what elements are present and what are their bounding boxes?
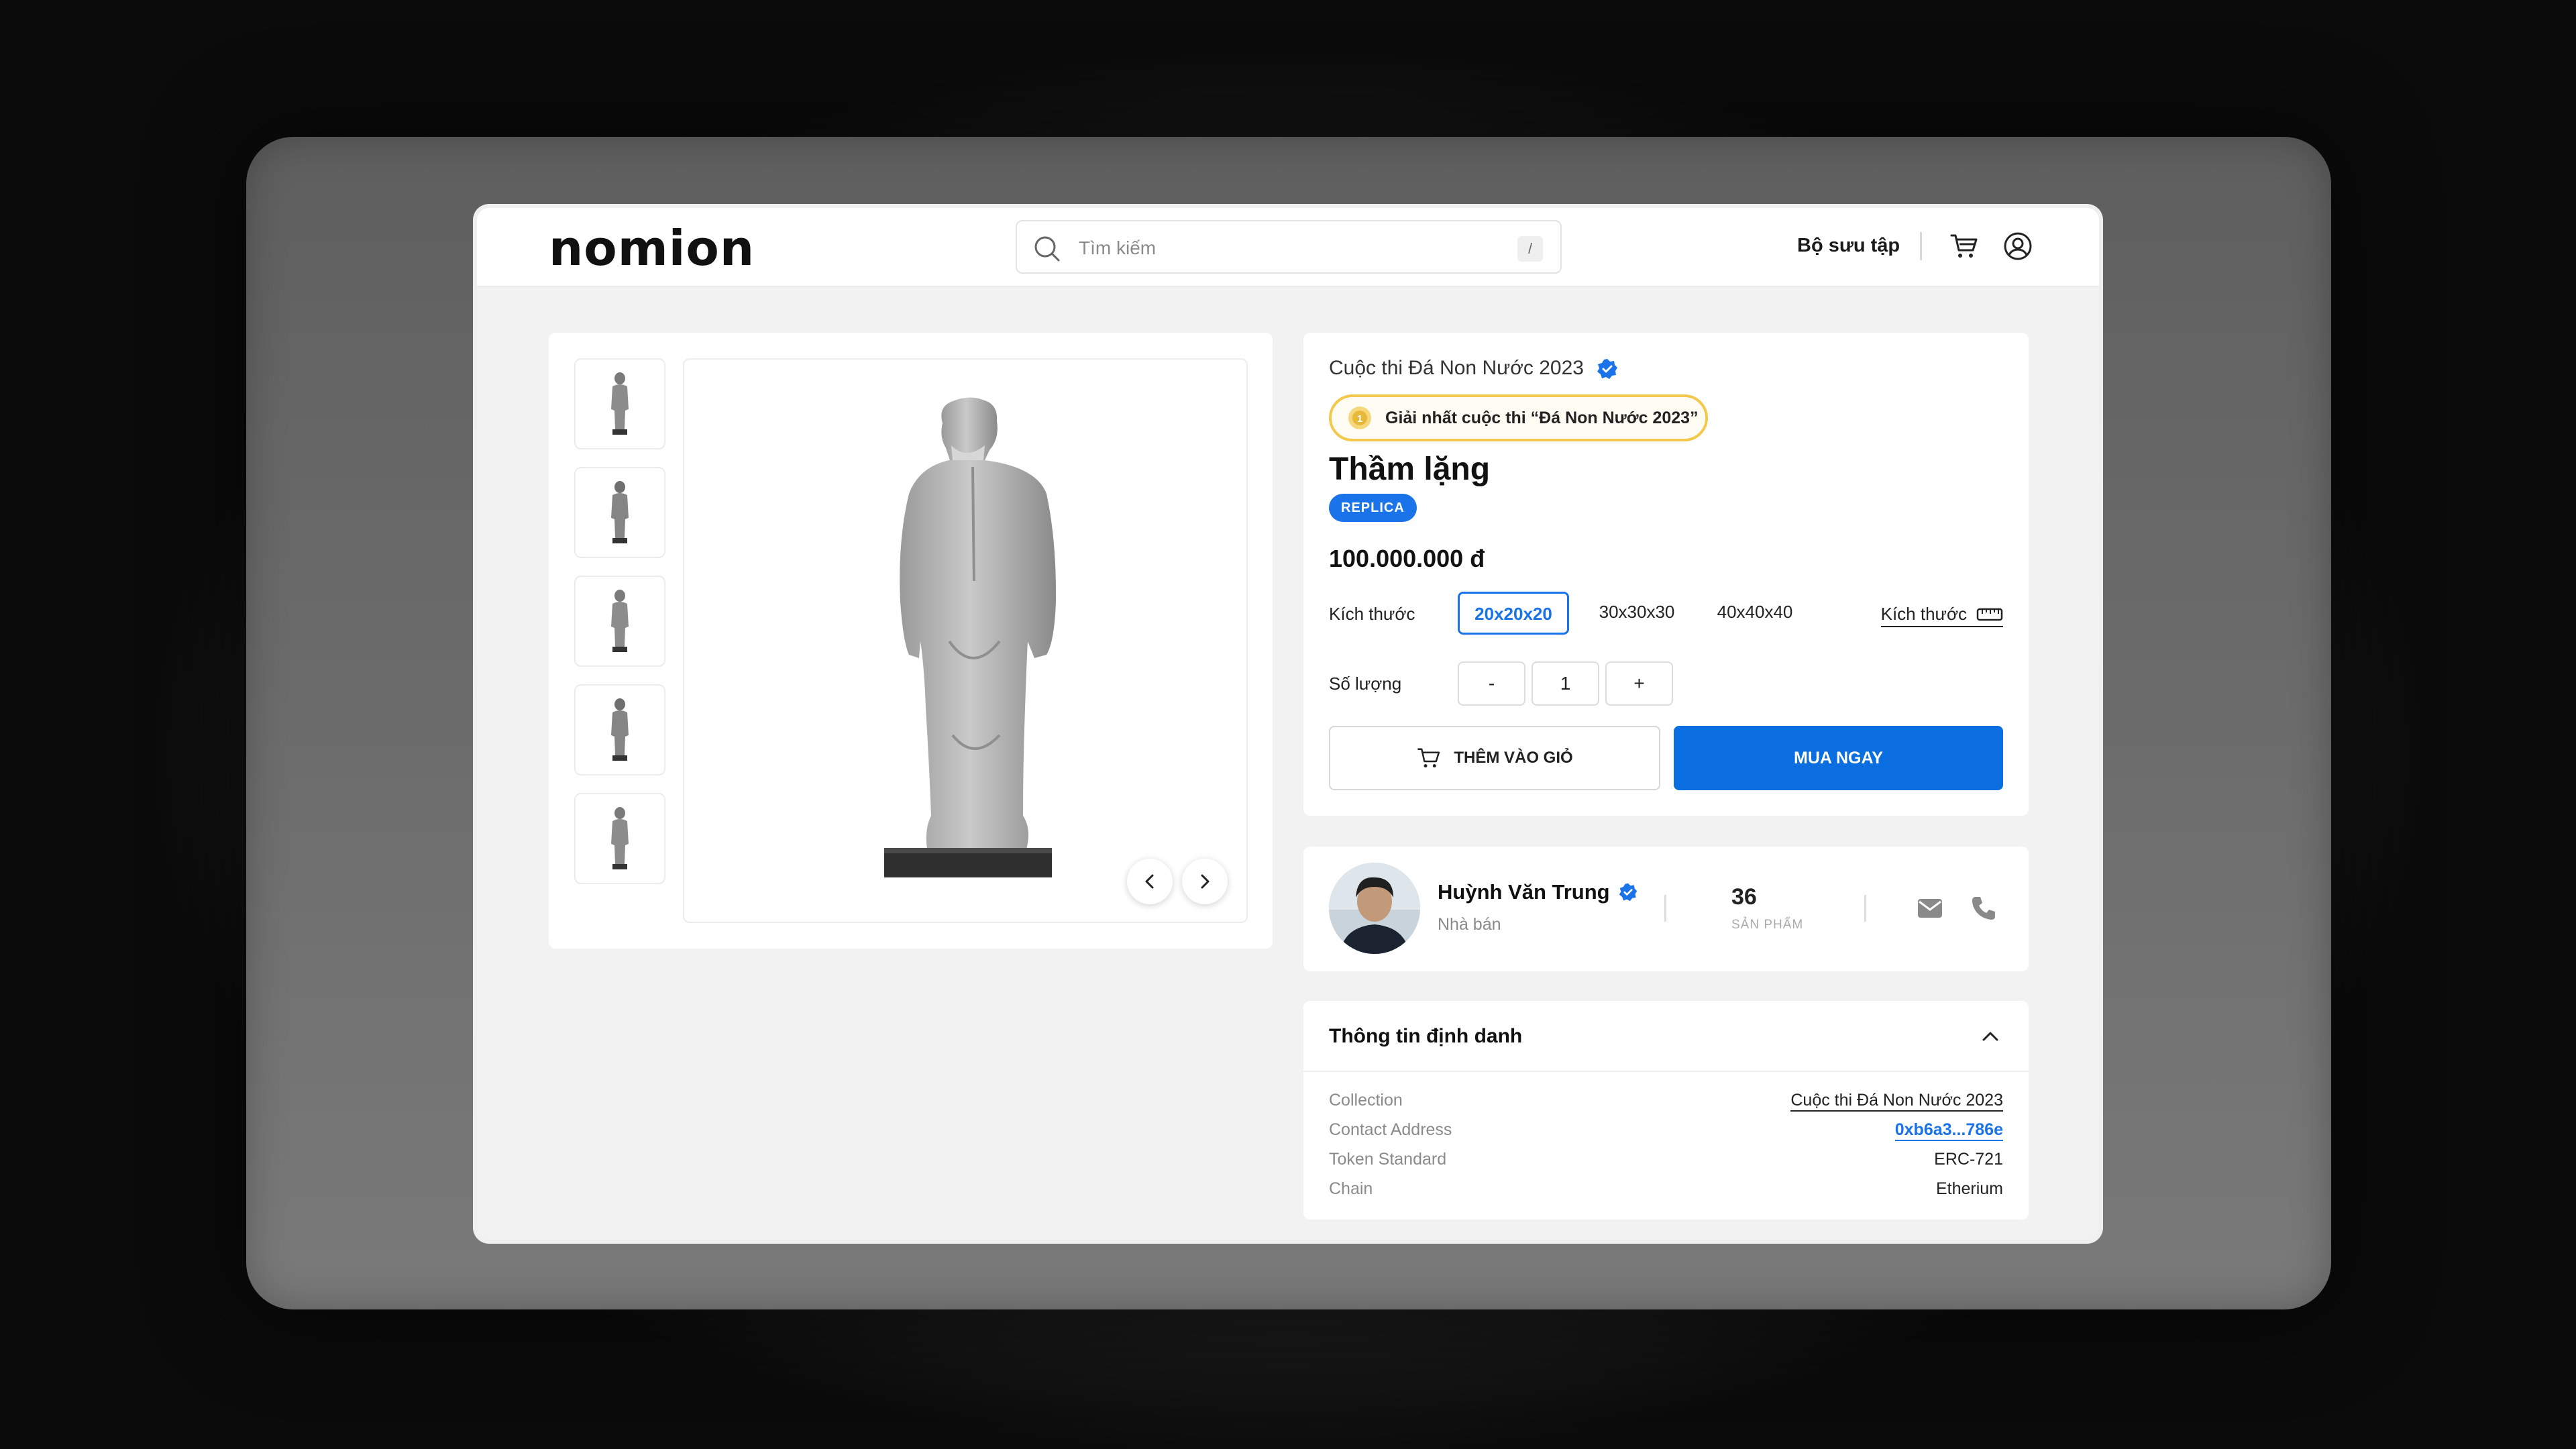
ruler-icon [1976,608,2003,621]
identity-key: Contact Address [1329,1120,1452,1139]
product-info-card: Cuộc thi Đá Non Nước 2023 1 Giải nhất cu… [1303,333,2029,816]
add-to-cart-button[interactable]: THÊM VÀO GIỎ [1329,726,1660,790]
search-shortcut-key: / [1517,236,1543,262]
seller-product-unit: SẢN PHẨM [1731,918,1804,932]
award-badge: 1 Giải nhất cuộc thi “Đá Non Nước 2023” [1329,394,1708,441]
gallery-thumbnail[interactable] [574,467,665,558]
chevron-left-icon [1145,874,1154,889]
identity-key: Collection [1329,1091,1403,1110]
statue-thumbnail-image [611,590,629,652]
seller-divider [1864,895,1866,922]
identity-row-collection: Collection Cuộc thi Đá Non Nước 2023 [1329,1091,2003,1118]
gallery-thumbnail[interactable] [574,358,665,449]
product-price: 100.000.000 đ [1329,545,1485,572]
phone-icon[interactable] [1970,895,1997,922]
size-option-20[interactable]: 20x20x20 [1458,592,1569,635]
mail-icon[interactable] [1917,896,1943,920]
identity-accordion-header[interactable]: Thông tin định danh [1303,1001,2029,1072]
gallery-thumbnail[interactable] [574,576,665,667]
identity-collection-link[interactable]: Cuộc thi Đá Non Nước 2023 [1790,1091,2003,1112]
collection-name-text[interactable]: Cuộc thi Đá Non Nước 2023 [1329,357,1584,379]
statue-thumbnail-image [611,807,629,869]
statue-thumbnail-image [611,372,629,435]
statue-thumbnail-image [611,481,629,543]
product-gallery [549,333,1273,949]
add-to-cart-label: THÊM VÀO GIỎ [1454,749,1573,767]
size-label: Kích thước [1329,604,1415,624]
quantity-label: Số lượng [1329,674,1402,694]
chevron-right-icon [1201,874,1210,889]
size-guide-text[interactable]: Kích thước [1881,604,1967,625]
award-text: Giải nhất cuộc thi “Đá Non Nước 2023” [1385,408,1699,427]
user-account-icon[interactable] [2002,231,2033,262]
gallery-thumbnail[interactable] [574,684,665,775]
seller-name[interactable]: Huỳnh Văn Trung [1438,880,1638,904]
search-input[interactable]: Tìm kiếm [1079,237,1156,259]
size-option-40[interactable]: 40x40x40 [1699,592,1811,635]
search-icon [1034,236,1060,262]
cart-icon [1417,748,1440,768]
quantity-increase-button[interactable]: + [1605,661,1673,706]
seller-product-count: 36 [1731,884,1757,910]
chevron-up-icon[interactable] [1979,1025,2002,1048]
identity-value: ERC-721 [1934,1150,2003,1169]
search-bar[interactable]: Tìm kiếm / [1016,220,1562,274]
buy-now-button[interactable]: MUA NGAY [1674,726,2003,790]
identity-row-address: Contact Address 0xb6a3...786e [1329,1120,2003,1147]
collection-name[interactable]: Cuộc thi Đá Non Nước 2023 [1329,357,1619,380]
statue-image [884,397,1057,877]
identity-key: Token Standard [1329,1150,1447,1169]
seller-avatar[interactable] [1329,863,1420,954]
size-guide-link[interactable]: Kích thước [1880,604,2003,627]
seller-card: Huỳnh Văn Trung Nhà bán 36 SẢN PHẨM [1303,847,2029,971]
seller-divider [1664,895,1666,922]
nav-collection-link[interactable]: Bộ sưu tập [1797,235,1900,257]
gallery-thumbnail[interactable] [574,793,665,884]
seller-role: Nhà bán [1438,915,1501,934]
seller-photo [1329,863,1420,954]
identity-key: Chain [1329,1179,1373,1198]
main-product-image[interactable] [683,358,1248,923]
seller-name-text[interactable]: Huỳnh Văn Trung [1438,880,1610,904]
identity-value: Etherium [1935,1179,2003,1198]
verified-badge-icon [1619,883,1637,902]
verified-badge-icon [1597,359,1618,380]
quantity-input[interactable]: 1 [1532,661,1599,706]
trophy-medal-icon: 1 [1348,407,1371,429]
statue-thumbnail-image [611,698,629,761]
identity-info-card: Thông tin định danh Collection Cuộc thi … [1303,1001,2029,1220]
product-title: Thầm lặng [1329,451,1491,487]
next-image-button[interactable] [1182,859,1228,904]
identity-title: Thông tin định danh [1329,1025,1523,1047]
identity-row-chain: Chain Etherium [1329,1179,2003,1206]
nav-divider [1920,232,1922,260]
identity-row-token-standard: Token Standard ERC-721 [1329,1150,2003,1177]
top-header: nomion Tìm kiếm / Bộ sưu tập [477,208,2099,287]
app-window: nomion Tìm kiếm / Bộ sưu tập Cuộc thi Đá… [477,208,2099,1240]
quantity-decrease-button[interactable]: - [1458,661,1525,706]
nomion-logo[interactable]: nomion [549,220,755,276]
prev-image-button[interactable] [1127,859,1173,904]
svg-text:1: 1 [1357,413,1362,425]
contract-address-link[interactable]: 0xb6a3...786e [1894,1120,2003,1141]
replica-badge: REPLICA [1329,494,1417,522]
size-option-30[interactable]: 30x30x30 [1581,592,1693,635]
cart-icon[interactable] [1949,231,1980,262]
